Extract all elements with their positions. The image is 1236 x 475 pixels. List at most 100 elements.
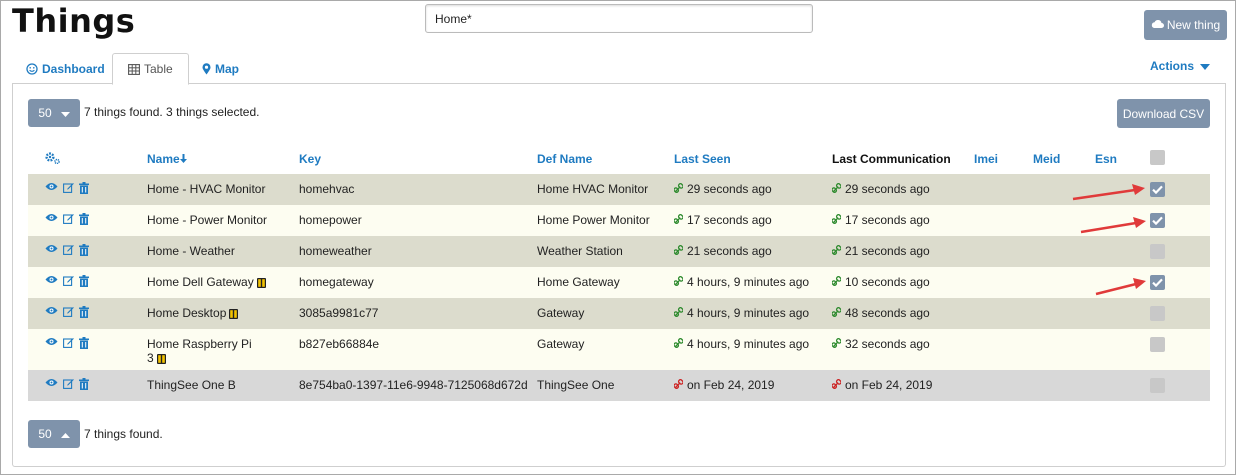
last-seen-value: 29 seconds ago bbox=[687, 182, 772, 196]
last-communication-value: 10 seconds ago bbox=[845, 275, 930, 289]
tab-dashboard[interactable]: Dashboard bbox=[26, 53, 105, 84]
actions-dropdown[interactable]: Actions bbox=[1150, 59, 1210, 73]
esn-cell bbox=[1095, 298, 1150, 329]
row-select-checkbox[interactable] bbox=[1150, 182, 1165, 197]
disconnected-link-icon bbox=[673, 378, 684, 392]
column-header-last-communication: Last Communication bbox=[832, 152, 951, 166]
download-csv-button[interactable]: Download CSV bbox=[1117, 99, 1210, 128]
tab-dashboard-label: Dashboard bbox=[42, 61, 105, 76]
imei-cell bbox=[974, 205, 1033, 236]
view-eye-icon[interactable] bbox=[45, 306, 58, 318]
trash-icon[interactable] bbox=[79, 337, 89, 349]
cloud-icon bbox=[1151, 18, 1164, 32]
tab-map[interactable]: Map bbox=[202, 53, 239, 84]
new-thing-label: New thing bbox=[1166, 18, 1221, 32]
table-row: Home Raspberry Pi 3 b827eb66884e Gateway 4 … bbox=[28, 329, 1210, 370]
connected-link-icon bbox=[673, 337, 684, 351]
view-eye-icon[interactable] bbox=[45, 337, 58, 349]
trash-icon[interactable] bbox=[79, 306, 89, 318]
status-text-bottom: 7 things found. bbox=[84, 427, 163, 441]
thing-key: homegateway bbox=[299, 267, 537, 298]
tab-table[interactable]: Table bbox=[112, 53, 189, 85]
thing-name: ThingSee One B bbox=[147, 378, 236, 392]
thing-key: homepower bbox=[299, 205, 537, 236]
column-settings-icon[interactable] bbox=[28, 151, 60, 164]
column-header-last-seen[interactable]: Last Seen bbox=[674, 144, 832, 174]
search-input[interactable] bbox=[425, 4, 813, 33]
annotation-arrow bbox=[1072, 184, 1145, 201]
view-eye-icon[interactable] bbox=[45, 275, 58, 287]
page-size-select-top[interactable]: 50 bbox=[28, 99, 80, 127]
thing-name: Home - Weather bbox=[147, 244, 235, 258]
page-size-select-bottom[interactable]: 50 bbox=[28, 420, 80, 448]
row-select-checkbox[interactable] bbox=[1150, 275, 1165, 290]
edit-icon[interactable] bbox=[63, 275, 74, 287]
thing-key: 8e754ba0-1397-11e6-9948-7125068d672d bbox=[299, 370, 537, 401]
table-row: Home - Power Monitor homepower Home Power … bbox=[28, 205, 1210, 236]
last-communication-value: 17 seconds ago bbox=[845, 213, 930, 227]
column-header-esn[interactable]: Esn bbox=[1095, 144, 1150, 174]
meid-cell bbox=[1033, 267, 1095, 298]
row-select-checkbox[interactable] bbox=[1150, 337, 1165, 352]
row-select-checkbox[interactable] bbox=[1150, 306, 1165, 321]
column-header-key[interactable]: Key bbox=[299, 144, 537, 174]
trash-icon[interactable] bbox=[79, 213, 89, 225]
row-select-checkbox[interactable] bbox=[1150, 213, 1165, 228]
trash-icon[interactable] bbox=[79, 275, 89, 287]
connected-link-icon bbox=[831, 337, 842, 351]
meid-cell bbox=[1033, 329, 1095, 370]
gateway-badge-icon bbox=[156, 353, 166, 367]
view-tabs: Dashboard Table Map bbox=[12, 53, 1226, 85]
connected-link-icon bbox=[831, 182, 842, 196]
view-eye-icon[interactable] bbox=[45, 182, 58, 194]
trash-icon[interactable] bbox=[79, 182, 89, 194]
edit-icon[interactable] bbox=[63, 306, 74, 318]
row-select-checkbox[interactable] bbox=[1150, 378, 1165, 393]
last-seen-value: 21 seconds ago bbox=[687, 244, 772, 258]
thing-def-name: Gateway bbox=[537, 298, 674, 329]
disconnected-link-icon bbox=[831, 378, 842, 392]
page-size-value: 50 bbox=[38, 106, 52, 120]
connected-link-icon bbox=[831, 275, 842, 289]
row-select-checkbox[interactable] bbox=[1150, 244, 1165, 259]
view-eye-icon[interactable] bbox=[45, 378, 58, 390]
column-header-def-name[interactable]: Def Name bbox=[537, 144, 674, 174]
last-communication-value: on Feb 24, 2019 bbox=[845, 378, 933, 392]
trash-icon[interactable] bbox=[79, 244, 89, 256]
trash-icon[interactable] bbox=[79, 378, 89, 390]
tab-map-label: Map bbox=[215, 61, 239, 76]
page-title: Things bbox=[12, 2, 136, 40]
edit-icon[interactable] bbox=[63, 182, 74, 194]
tab-table-label: Table bbox=[144, 62, 173, 76]
imei-cell bbox=[974, 236, 1033, 267]
last-communication-value: 21 seconds ago bbox=[845, 244, 930, 258]
column-header-imei[interactable]: Imei bbox=[974, 144, 1033, 174]
table-row: Home - HVAC Monitor homehvac Home HVAC Mon… bbox=[28, 174, 1210, 205]
select-all-checkbox[interactable] bbox=[1150, 150, 1165, 165]
connected-link-icon bbox=[673, 244, 684, 258]
table-row: Home - Weather homeweather Weather Station… bbox=[28, 236, 1210, 267]
imei-cell bbox=[974, 267, 1033, 298]
annotation-arrow bbox=[1080, 217, 1146, 234]
table-icon bbox=[128, 63, 140, 75]
last-seen-value: 17 seconds ago bbox=[687, 213, 772, 227]
column-header-meid[interactable]: Meid bbox=[1033, 144, 1095, 174]
last-seen-value: 4 hours, 9 minutes ago bbox=[687, 275, 810, 289]
caret-down-icon bbox=[60, 106, 70, 120]
column-header-name[interactable]: Name bbox=[147, 144, 299, 174]
page-size-value: 50 bbox=[38, 427, 52, 441]
thing-key: homeweather bbox=[299, 236, 537, 267]
view-eye-icon[interactable] bbox=[45, 244, 58, 256]
edit-icon[interactable] bbox=[63, 213, 74, 225]
edit-icon[interactable] bbox=[63, 378, 74, 390]
view-eye-icon[interactable] bbox=[45, 213, 58, 225]
meid-cell bbox=[1033, 370, 1095, 401]
edit-icon[interactable] bbox=[63, 337, 74, 349]
edit-icon[interactable] bbox=[63, 244, 74, 256]
caret-up-icon bbox=[60, 427, 70, 441]
imei-cell bbox=[974, 174, 1033, 205]
things-table: Name Key Def Name Last Seen Last Communi… bbox=[28, 144, 1210, 401]
thing-key: homehvac bbox=[299, 174, 537, 205]
new-thing-button[interactable]: New thing bbox=[1144, 10, 1227, 40]
thing-name: Home - Power Monitor bbox=[147, 213, 268, 227]
